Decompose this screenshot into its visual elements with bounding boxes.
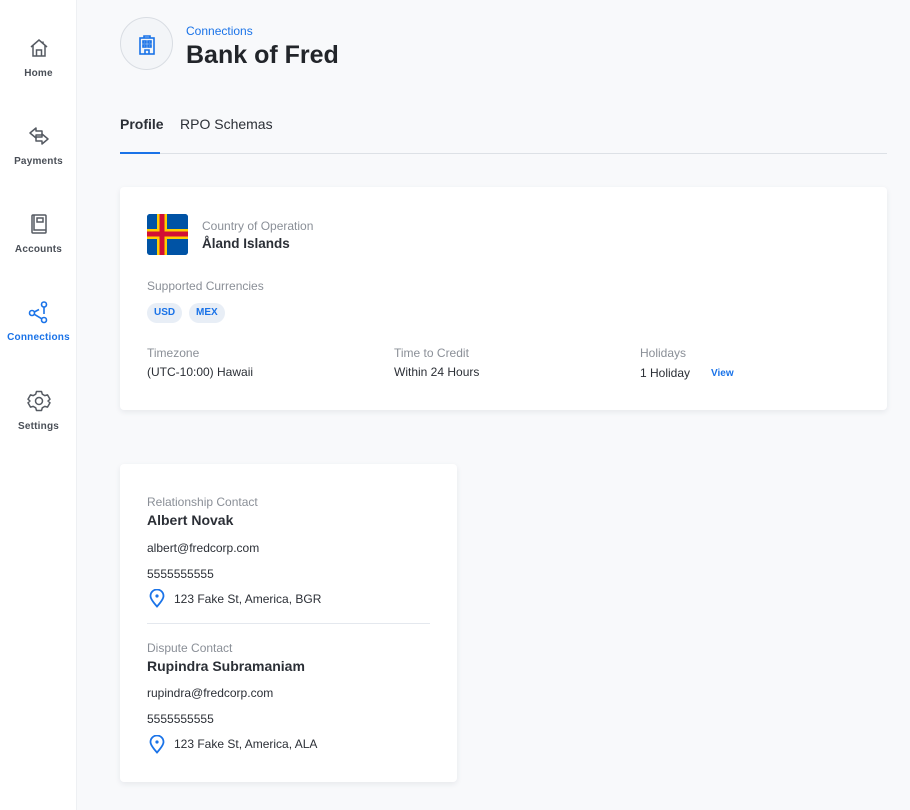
contact-phone: 5555555555 [147, 567, 214, 581]
home-icon [30, 39, 47, 57]
aland-islands-flag-icon [147, 214, 188, 255]
sidebar-item-label: Accounts [14, 244, 63, 255]
contact-phone: 5555555555 [147, 712, 214, 726]
profile-card: Country of Operation Åland Islands Suppo… [120, 187, 887, 410]
sidebar-item-label: Payments [14, 156, 63, 167]
contact-name: Albert Novak [147, 512, 234, 528]
time-to-credit-value: Within 24 Hours [394, 365, 480, 379]
location-pin-icon [149, 589, 165, 608]
time-to-credit-label: Time to Credit [394, 346, 469, 360]
contact-address: 123 Fake St, America, ALA [174, 737, 318, 751]
sidebar-item-accounts[interactable]: Accounts [0, 212, 77, 255]
sidebar-item-label: Home [24, 68, 53, 79]
sidebar-item-label: Settings [17, 421, 60, 432]
main-content: Connections Bank of Fred Profile RPO Sch… [90, 0, 910, 810]
active-tab-indicator [120, 152, 160, 154]
header-avatar [120, 17, 173, 70]
view-holidays-link[interactable]: View [711, 368, 734, 379]
location-pin-icon [149, 735, 165, 754]
tab-profile[interactable]: Profile [120, 116, 164, 152]
sidebar-item-home[interactable]: Home [0, 36, 77, 79]
contact-email: albert@fredcorp.com [147, 541, 260, 555]
timezone-value: (UTC-10:00) Hawaii [147, 365, 254, 379]
swap-arrows-icon [28, 127, 49, 145]
tab-rpo-schemas[interactable]: RPO Schemas [180, 116, 273, 152]
contact-address: 123 Fake St, America, BGR [174, 592, 322, 606]
contacts-card: Relationship Contact Albert Novak albert… [120, 464, 457, 782]
holidays-value: 1 Holiday [640, 366, 691, 380]
country-value: Åland Islands [202, 236, 290, 251]
tab-label: RPO Schemas [180, 116, 273, 132]
sidebar-item-payments[interactable]: Payments [0, 124, 77, 167]
currencies-label: Supported Currencies [147, 279, 264, 293]
contact-email: rupindra@fredcorp.com [147, 686, 274, 700]
tab-bar: Profile RPO Schemas [120, 100, 887, 154]
timezone-label: Timezone [147, 346, 200, 360]
contact-role: Dispute Contact [147, 641, 233, 655]
bank-building-icon [138, 34, 155, 55]
tab-label: Profile [120, 116, 164, 132]
ledger-book-icon [30, 214, 47, 234]
contact-role: Relationship Contact [147, 495, 258, 509]
contact-divider [147, 623, 430, 624]
currency-chip: USD [147, 303, 183, 323]
sidebar-item-connections[interactable]: Connections [0, 300, 77, 343]
holidays-label: Holidays [640, 346, 687, 360]
sidebar-item-label: Connections [7, 332, 70, 343]
page-title: Bank of Fred [186, 41, 339, 69]
sidebar: Home Payments Accounts Connections Setti… [0, 0, 77, 810]
gear-icon [26, 390, 51, 412]
contact-name: Rupindra Subramaniam [147, 658, 305, 674]
currency-chip: MEX [189, 303, 225, 323]
connections-icon [28, 301, 47, 324]
sidebar-item-settings[interactable]: Settings [0, 389, 77, 432]
country-label: Country of Operation [202, 219, 314, 233]
breadcrumb-connections[interactable]: Connections [186, 24, 253, 38]
